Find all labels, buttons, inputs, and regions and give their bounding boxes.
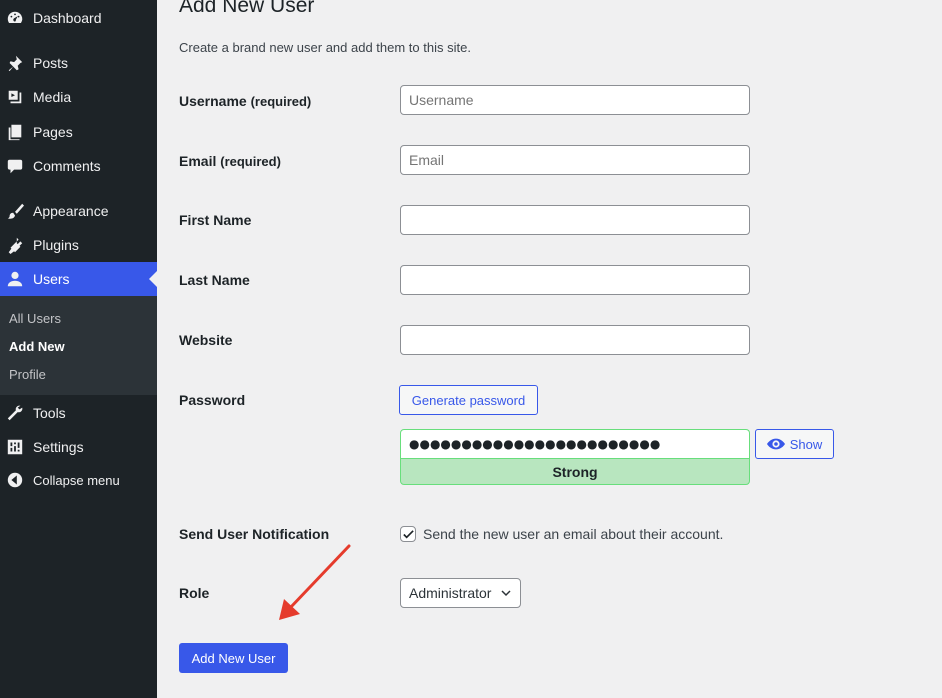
sidebar-item-label: Dashboard <box>33 10 102 26</box>
sidebar-item-label: Settings <box>33 439 84 455</box>
sidebar-item-label: Posts <box>33 55 69 71</box>
dashboard-icon <box>5 8 25 28</box>
page-description: Create a brand new user and add them to … <box>179 40 471 55</box>
main-content: Add New User Create a brand new user and… <box>157 0 942 698</box>
role-select[interactable]: Administrator <box>400 578 521 608</box>
sidebar-item-comments[interactable]: Comments <box>0 149 157 183</box>
comment-icon <box>5 156 25 176</box>
notification-checkbox[interactable] <box>400 526 416 542</box>
collapse-icon <box>5 470 25 490</box>
submenu-all-users[interactable]: All Users <box>9 311 61 326</box>
pages-icon <box>5 122 25 142</box>
page-title: Add New User <box>179 0 315 17</box>
first-name-input[interactable] <box>400 205 750 235</box>
collapse-menu-button[interactable]: Collapse menu <box>0 463 157 497</box>
sidebar-item-dashboard[interactable]: Dashboard <box>0 1 157 35</box>
show-label: Show <box>789 436 823 452</box>
brush-icon <box>5 201 25 221</box>
pin-icon <box>5 53 25 73</box>
notification-label: Send User Notification <box>179 526 330 542</box>
sidebar-item-appearance[interactable]: Appearance <box>0 194 157 228</box>
sidebar-item-label: Plugins <box>33 237 79 253</box>
sidebar-item-plugins[interactable]: Plugins <box>0 228 157 262</box>
first-name-label: First Name <box>179 212 252 228</box>
sidebar-item-label: Users <box>33 271 70 287</box>
sidebar-item-posts[interactable]: Posts <box>0 46 157 80</box>
required-note: (required) <box>250 94 312 109</box>
sidebar-item-settings[interactable]: Settings <box>0 430 157 464</box>
submenu-add-new[interactable]: Add New <box>9 339 65 354</box>
last-name-input[interactable] <box>400 265 750 295</box>
admin-sidebar: Dashboard Posts Media Pages Comments App… <box>0 0 157 698</box>
password-input[interactable]: ●●●●●●●●●●●●●●●●●●●●●●●● <box>400 429 750 458</box>
show-password-button[interactable]: Show <box>755 429 834 459</box>
website-label: Website <box>179 332 233 348</box>
role-label: Role <box>179 585 210 601</box>
chevron-down-icon <box>501 590 511 597</box>
notification-text: Send the new user an email about their a… <box>423 526 724 542</box>
password-label: Password <box>179 392 246 408</box>
sidebar-item-label: Tools <box>33 405 66 421</box>
sidebar-item-pages[interactable]: Pages <box>0 115 157 149</box>
sidebar-item-label: Media <box>33 89 72 105</box>
users-submenu: All Users Add New Profile <box>0 296 157 395</box>
last-name-label: Last Name <box>179 272 250 288</box>
generate-password-button[interactable]: Generate password <box>399 385 538 415</box>
required-note: (required) <box>220 154 281 169</box>
sidebar-item-label: Comments <box>33 158 101 174</box>
checkmark-icon <box>402 529 414 538</box>
email-label: Email (required) <box>179 153 281 169</box>
email-label-text: Email <box>179 153 217 169</box>
email-input[interactable] <box>400 145 750 175</box>
user-icon <box>5 269 25 289</box>
eye-icon <box>766 438 785 450</box>
settings-icon <box>5 437 25 457</box>
sidebar-item-label: Collapse menu <box>33 472 120 488</box>
username-input[interactable] <box>400 85 750 115</box>
sidebar-item-media[interactable]: Media <box>0 80 157 114</box>
wrench-icon <box>5 403 25 423</box>
sidebar-item-users[interactable]: Users <box>0 262 157 296</box>
username-label-text: Username <box>179 93 247 109</box>
plug-icon <box>5 235 25 255</box>
media-icon <box>5 87 25 107</box>
add-new-user-button[interactable]: Add New User <box>179 643 288 673</box>
role-value: Administrator <box>409 585 492 601</box>
password-strength-meter: Strong <box>400 458 750 485</box>
website-input[interactable] <box>400 325 750 355</box>
sidebar-item-label: Pages <box>33 124 73 140</box>
sidebar-item-label: Appearance <box>33 203 109 219</box>
submenu-profile[interactable]: Profile <box>9 367 46 382</box>
sidebar-item-tools[interactable]: Tools <box>0 396 157 430</box>
username-label: Username (required) <box>179 93 311 109</box>
